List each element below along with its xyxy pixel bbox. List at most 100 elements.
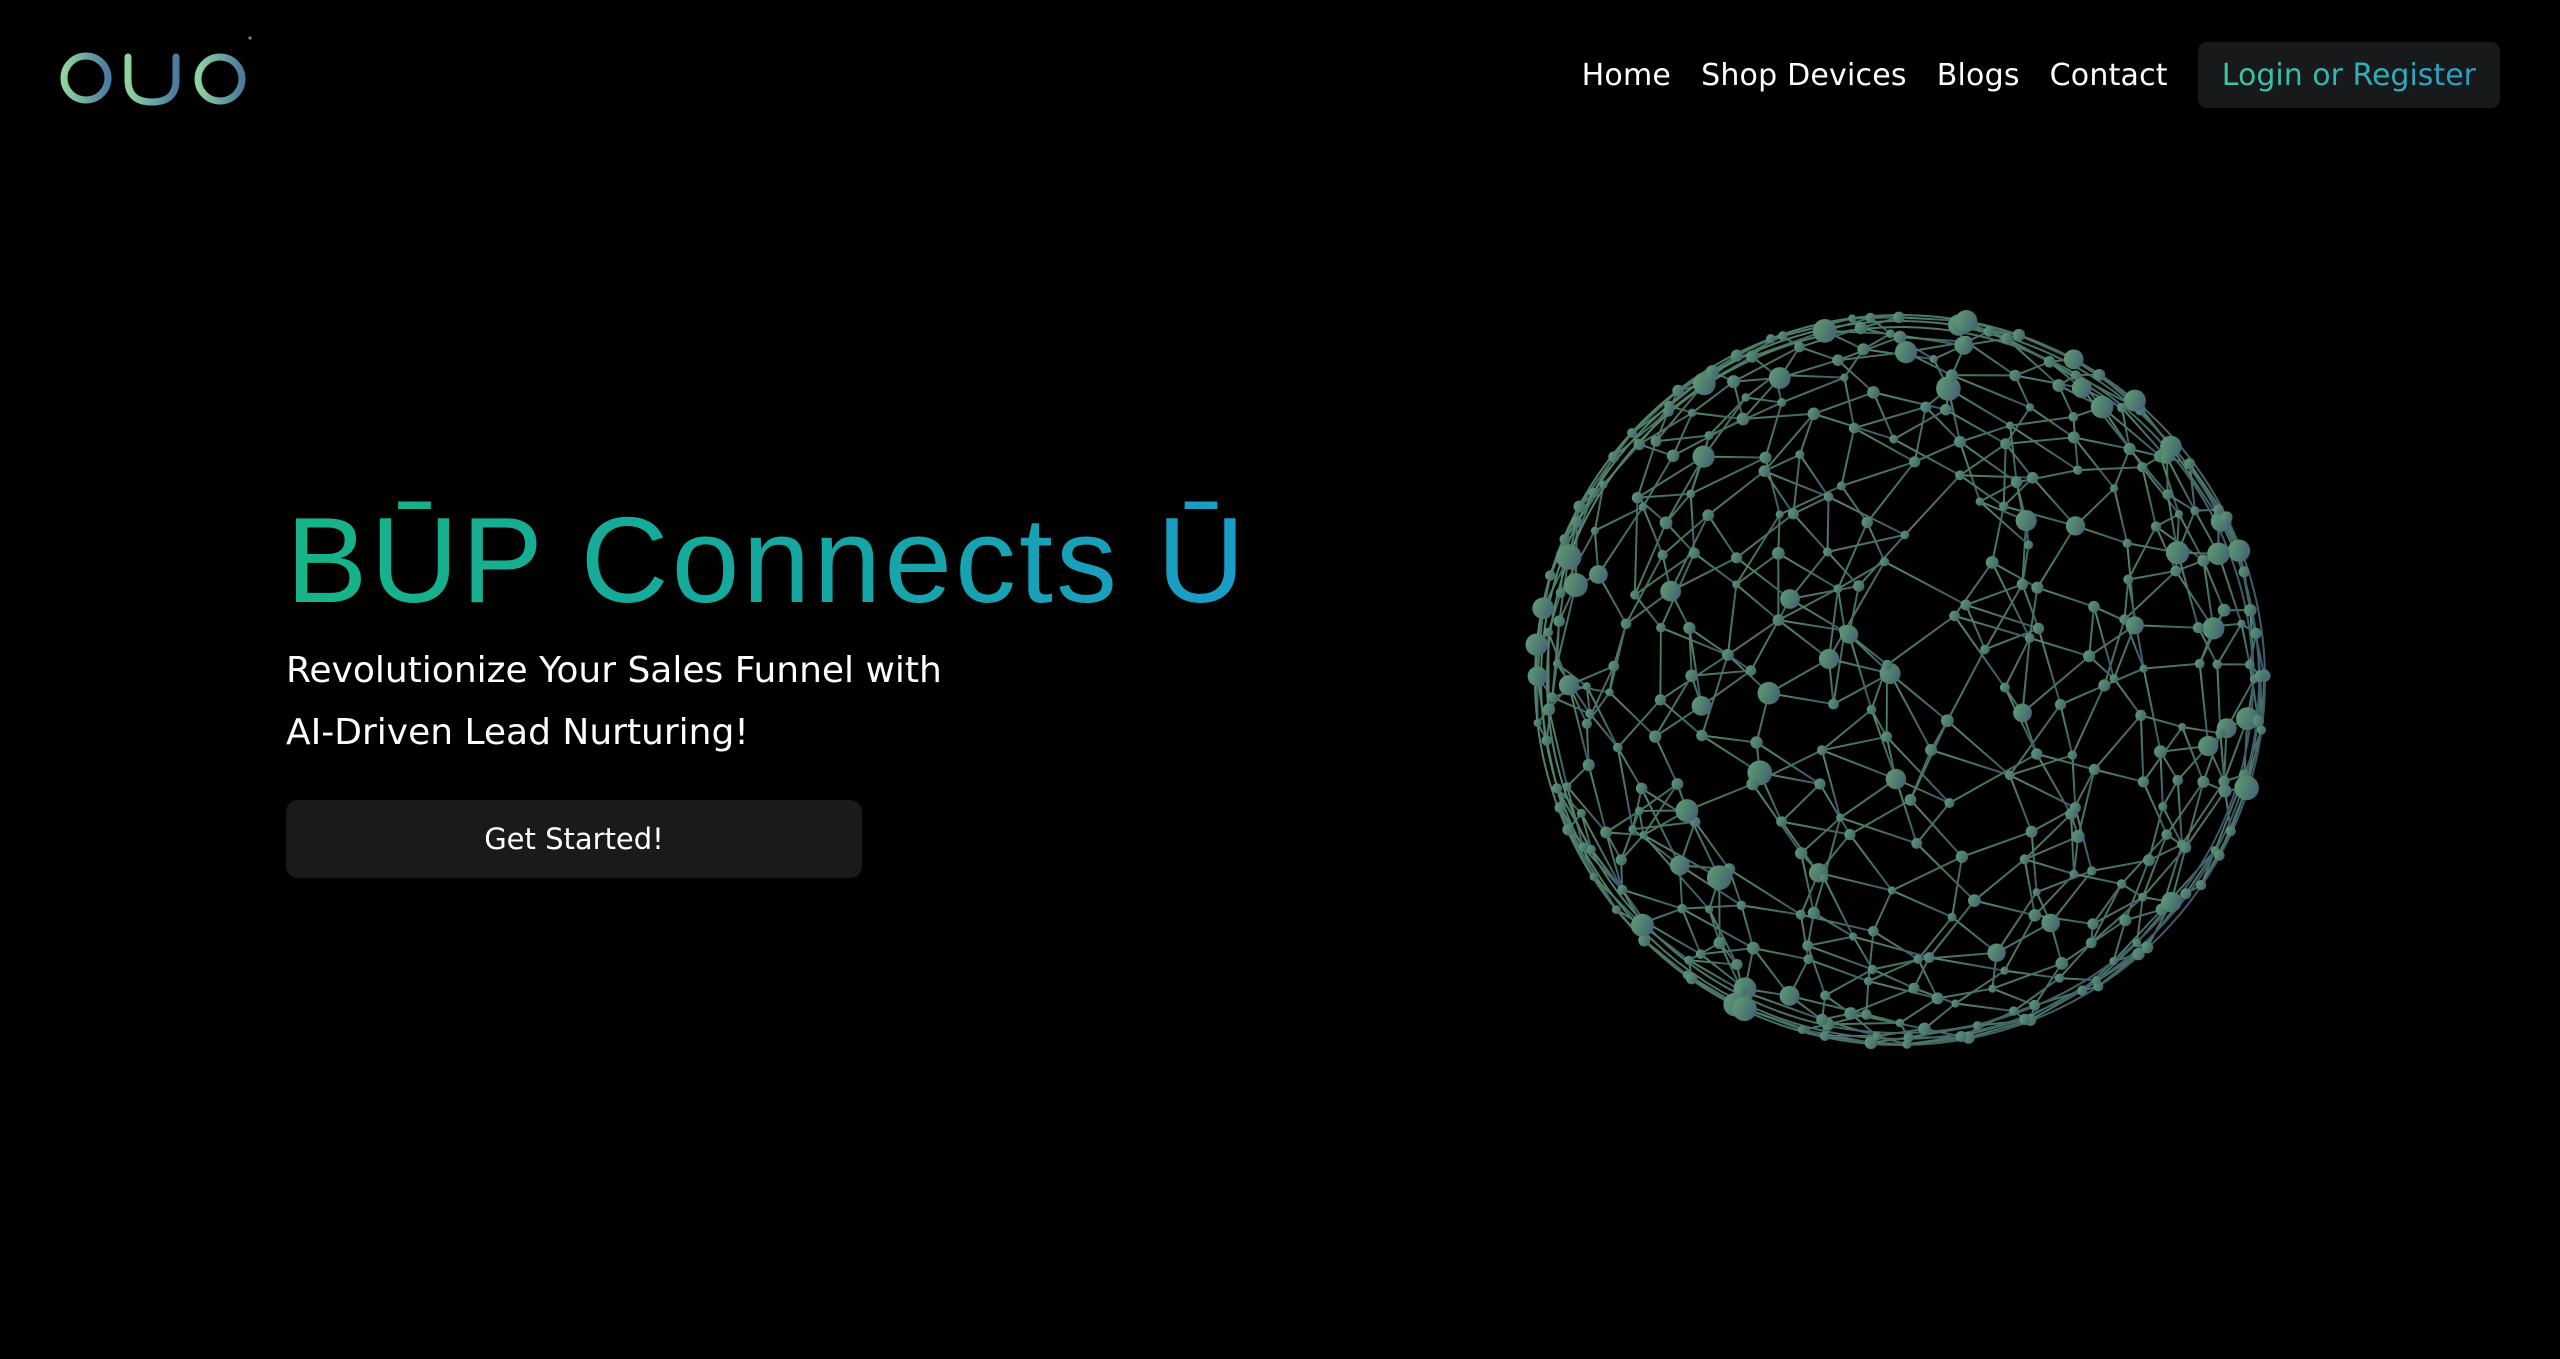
globe-node bbox=[2257, 725, 2266, 735]
globe-node bbox=[1819, 1031, 1830, 1041]
globe-node bbox=[1757, 681, 1781, 705]
globe-node bbox=[1766, 334, 1776, 344]
globe-node bbox=[1650, 435, 1662, 447]
globe-edge bbox=[2198, 663, 2210, 747]
globe-node bbox=[1951, 999, 1960, 1008]
globe-node bbox=[2245, 659, 2255, 670]
globe-node bbox=[1608, 660, 1620, 672]
nav-contact-link[interactable]: Contact bbox=[2050, 58, 2168, 93]
globe-node bbox=[2122, 538, 2132, 548]
globe-node bbox=[2110, 484, 2119, 493]
globe-node bbox=[2237, 619, 2246, 628]
globe-node bbox=[2119, 914, 2132, 927]
globe-node bbox=[1820, 990, 1831, 1001]
globe-edge bbox=[1946, 648, 1986, 722]
globe-node bbox=[1949, 610, 1960, 622]
globe-node bbox=[2212, 659, 2223, 670]
globe-node bbox=[1798, 1025, 1807, 1034]
globe-node bbox=[1635, 806, 1644, 816]
globe-node bbox=[1672, 384, 1685, 397]
globe-node bbox=[2006, 421, 2015, 430]
globe-node bbox=[1945, 369, 1958, 382]
globe-edge bbox=[1965, 603, 2039, 630]
globe-edge bbox=[1893, 438, 1961, 477]
globe-node bbox=[2071, 378, 2092, 398]
globe-node bbox=[2073, 465, 2083, 475]
globe-node bbox=[2087, 918, 2099, 930]
globe-edge bbox=[2092, 883, 2123, 925]
globe-node bbox=[1832, 354, 1844, 366]
globe-node bbox=[1677, 903, 1687, 914]
globe-edge bbox=[1840, 427, 1856, 487]
login-register-label: Login or Register bbox=[2221, 57, 2476, 93]
globe-node bbox=[1836, 813, 1845, 822]
globe-node bbox=[2019, 1013, 2031, 1025]
globe-node bbox=[1844, 1007, 1858, 1020]
globe-node bbox=[2250, 627, 2262, 640]
hero-subtitle-line-1: Revolutionize Your Sales Funnel with bbox=[286, 650, 942, 691]
globe-edge bbox=[1884, 560, 1967, 606]
globe-node bbox=[1745, 665, 1757, 676]
globe-node bbox=[2184, 458, 2196, 470]
globe-node bbox=[1702, 509, 1714, 521]
globe-node bbox=[2065, 516, 2086, 536]
globe-node bbox=[2192, 622, 2204, 634]
globe-edge bbox=[1850, 987, 1915, 1015]
globe-edge bbox=[2093, 606, 2115, 679]
globe-edge bbox=[1807, 935, 1854, 947]
bup-logo[interactable] bbox=[56, 30, 256, 120]
globe-node bbox=[1605, 688, 1614, 697]
globe-node bbox=[1547, 692, 1558, 703]
globe-node bbox=[2116, 879, 2127, 889]
globe-node bbox=[1746, 941, 1760, 955]
globe-node bbox=[1686, 489, 1696, 499]
get-started-button[interactable]: Get Started! bbox=[286, 800, 862, 878]
globe-node bbox=[1844, 828, 1856, 841]
globe-node bbox=[1893, 330, 1907, 344]
globe-node bbox=[2031, 748, 2043, 760]
globe-node bbox=[1889, 434, 1899, 444]
nav-blogs-link[interactable]: Blogs bbox=[1937, 58, 2020, 93]
globe-node bbox=[2043, 356, 2056, 368]
globe-node bbox=[1812, 319, 1837, 343]
globe-edge bbox=[2037, 628, 2062, 705]
globe-node bbox=[2218, 784, 2232, 798]
globe-edge bbox=[2142, 668, 2162, 752]
globe-node bbox=[1553, 615, 1565, 627]
globe-edge bbox=[1659, 627, 1662, 700]
globe-node bbox=[2158, 802, 2168, 812]
globe-node bbox=[1705, 905, 1714, 914]
globe-node bbox=[1848, 314, 1857, 323]
globe-node bbox=[1620, 618, 1632, 630]
nav-shop-devices-link[interactable]: Shop Devices bbox=[1701, 58, 1907, 93]
globe-node bbox=[1848, 422, 1860, 434]
globe-node bbox=[2139, 664, 2148, 673]
globe-node bbox=[1872, 1031, 1882, 1041]
globe-node bbox=[1746, 777, 1759, 791]
globe-node bbox=[1886, 329, 1895, 339]
globe-node bbox=[1649, 730, 1662, 743]
globe-node bbox=[2137, 776, 2149, 788]
globe-node bbox=[2238, 566, 2250, 578]
globe-edge bbox=[2059, 977, 2097, 982]
globe-edge bbox=[1964, 604, 1986, 650]
globe-node bbox=[2055, 957, 2069, 970]
globe-node bbox=[2202, 617, 2225, 640]
globe-node bbox=[1954, 435, 1966, 448]
login-register-button[interactable]: Login or Register bbox=[2197, 42, 2500, 108]
globe-node bbox=[1630, 590, 1640, 600]
globe-edge bbox=[2002, 443, 2007, 507]
hero-subtitle: Revolutionize Your Sales Funnel with AI-… bbox=[286, 640, 986, 764]
nav-home-link[interactable]: Home bbox=[1582, 58, 1671, 93]
globe-node bbox=[1578, 842, 1588, 852]
globe-node bbox=[2125, 616, 2144, 635]
globe-node bbox=[1628, 825, 1637, 834]
globe-node bbox=[2161, 451, 2174, 465]
globe-node bbox=[2052, 379, 2066, 392]
globe-node bbox=[2010, 476, 2023, 488]
globe-node bbox=[1817, 745, 1827, 756]
globe-node bbox=[2172, 775, 2184, 786]
globe-edge bbox=[1642, 455, 1674, 508]
globe-edge bbox=[1843, 561, 1886, 632]
globe-node bbox=[2041, 913, 2060, 933]
